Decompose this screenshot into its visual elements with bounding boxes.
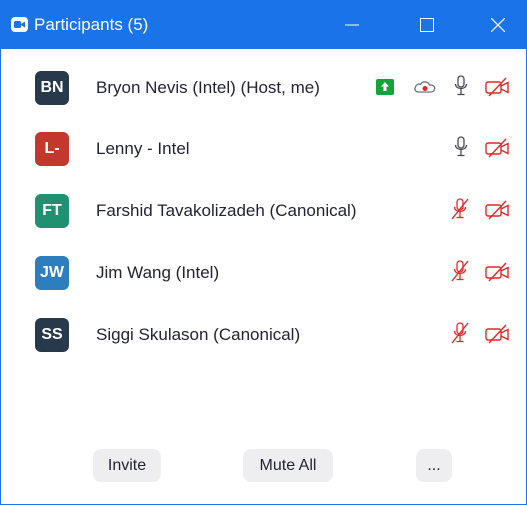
microphone-icon[interactable] (454, 136, 468, 158)
maximize-button[interactable] (404, 1, 450, 49)
video-off-icon[interactable] (485, 138, 511, 158)
avatar: FT (35, 194, 69, 228)
microphone-icon[interactable] (454, 75, 468, 97)
participant-name: Farshid Tavakolizadeh (Canonical) (96, 201, 357, 220)
participant-name: Siggi Skulason (Canonical) (96, 325, 301, 344)
title-bar[interactable]: Participants (5) (1, 1, 526, 49)
participant-row[interactable]: BN Bryon Nevis (Intel) (Host, me) (1, 57, 526, 119)
microphone-muted-icon[interactable] (449, 260, 471, 282)
microphone-muted-icon[interactable] (449, 198, 471, 220)
screen-share-icon (376, 79, 394, 95)
avatar: SS (35, 318, 69, 352)
participant-row[interactable]: L- Lenny - Intel (1, 119, 526, 181)
window-title: Participants (5) (34, 15, 149, 34)
participant-row[interactable]: FT Farshid Tavakolizadeh (Canonical) (1, 181, 526, 243)
minimize-button[interactable] (329, 1, 375, 49)
minimize-icon (345, 24, 359, 26)
zoom-camera-icon (11, 17, 28, 32)
microphone-muted-icon[interactable] (449, 322, 471, 344)
video-off-icon[interactable] (485, 262, 511, 282)
avatar: BN (35, 71, 69, 105)
close-button[interactable] (475, 1, 521, 49)
maximize-icon (420, 18, 434, 32)
invite-button[interactable]: Invite (93, 449, 161, 482)
avatar: JW (35, 256, 69, 290)
participants-window: Participants (5) BN Bryon Nevis (Intel) … (0, 0, 527, 505)
participant-row[interactable]: SS Siggi Skulason (Canonical) (1, 305, 526, 367)
participant-name: Jim Wang (Intel) (96, 263, 220, 282)
more-options-button[interactable]: ... (416, 449, 452, 482)
video-off-icon[interactable] (485, 324, 511, 344)
cloud-recording-icon (414, 81, 436, 93)
participant-row[interactable]: JW Jim Wang (Intel) (1, 243, 526, 305)
avatar: L- (35, 132, 69, 166)
video-off-icon[interactable] (485, 77, 511, 97)
close-icon (491, 18, 505, 32)
participant-name: Bryon Nevis (Intel) (Host, me) (96, 78, 320, 97)
mute-all-button[interactable]: Mute All (243, 449, 333, 482)
video-off-icon[interactable] (485, 200, 511, 220)
participant-name: Lenny - Intel (96, 139, 190, 158)
